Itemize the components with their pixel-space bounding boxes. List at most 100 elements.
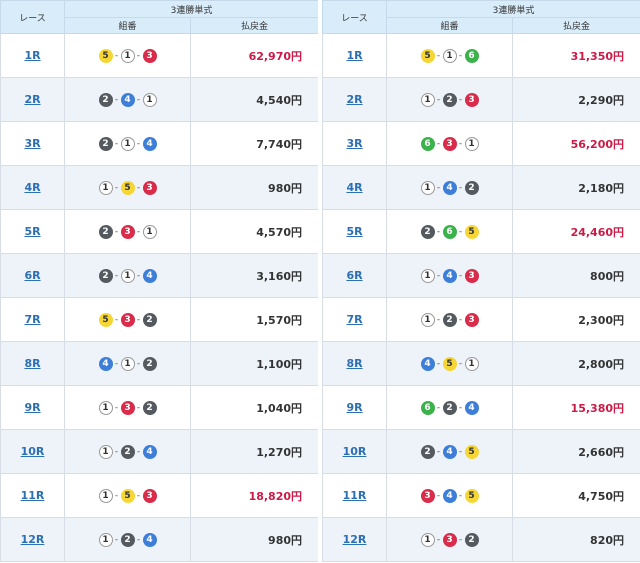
payout-cell: 2,180円 — [511, 165, 640, 210]
combo-balls: 6-3-1 — [420, 137, 479, 151]
race-link[interactable]: 9R — [346, 401, 362, 414]
payout-cell: 24,460円 — [511, 209, 640, 254]
boat-number-badge: 5 — [464, 445, 479, 459]
combo-separator: - — [136, 447, 141, 457]
payout-cell: 820円 — [511, 517, 640, 562]
header-trifecta: 3連勝単式 — [385, 0, 640, 18]
boat-number-badge: 2 — [442, 93, 457, 107]
race-link[interactable]: 3R — [346, 137, 362, 150]
combo-separator: - — [436, 535, 441, 545]
combo-balls: 1-4-3 — [420, 269, 479, 283]
race-cell: 1R — [0, 33, 65, 78]
combo-separator: - — [458, 403, 463, 413]
boat-number-badge: 6 — [464, 49, 479, 63]
race-link[interactable]: 9R — [24, 401, 40, 414]
combo-cell: 1-5-3 — [64, 473, 191, 518]
race-link[interactable]: 7R — [24, 313, 40, 326]
race-cell: 10R — [0, 429, 65, 474]
boat-number-badge: 1 — [464, 357, 479, 371]
race-link[interactable]: 11R — [343, 489, 367, 502]
combo-balls: 5-3-2 — [98, 313, 157, 327]
combo-separator: - — [114, 95, 119, 105]
race-link[interactable]: 2R — [346, 93, 362, 106]
boat-number-badge: 6 — [420, 401, 435, 415]
table-row: 9R 1-3-2 1,040円 — [0, 385, 318, 430]
boat-number-badge: 2 — [120, 445, 135, 459]
combo-separator: - — [458, 315, 463, 325]
race-link[interactable]: 4R — [24, 181, 40, 194]
combo-balls: 1-5-3 — [98, 181, 157, 195]
combo-cell: 1-2-3 — [386, 77, 513, 122]
race-link[interactable]: 11R — [21, 489, 45, 502]
race-link[interactable]: 5R — [24, 225, 40, 238]
race-cell: 3R — [322, 121, 387, 166]
race-link[interactable]: 8R — [24, 357, 40, 370]
race-link[interactable]: 5R — [346, 225, 362, 238]
payout-cell: 980円 — [189, 517, 318, 562]
race-link[interactable]: 12R — [21, 533, 45, 546]
table-row: 6R 1-4-3 800円 — [322, 253, 640, 298]
boat-number-badge: 1 — [120, 137, 135, 151]
boat-number-badge: 4 — [442, 181, 457, 195]
table-row: 11R 3-4-5 4,750円 — [322, 473, 640, 518]
boat-number-badge: 1 — [464, 137, 479, 151]
boat-number-badge: 5 — [442, 357, 457, 371]
race-link[interactable]: 10R — [21, 445, 45, 458]
combo-cell: 1-2-4 — [64, 429, 191, 474]
combo-cell: 5-1-6 — [386, 33, 513, 78]
race-link[interactable]: 1R — [24, 49, 40, 62]
boat-number-badge: 5 — [98, 313, 113, 327]
combo-balls: 2-4-5 — [420, 445, 479, 459]
race-link[interactable]: 4R — [346, 181, 362, 194]
race-link[interactable]: 6R — [346, 269, 362, 282]
race-link[interactable]: 2R — [24, 93, 40, 106]
race-link[interactable]: 7R — [346, 313, 362, 326]
table-row: 1R 5-1-3 62,970円 — [0, 33, 318, 78]
race-link[interactable]: 10R — [343, 445, 367, 458]
combo-separator: - — [136, 315, 141, 325]
table-row: 5R 2-6-5 24,460円 — [322, 209, 640, 254]
combo-balls: 1-3-2 — [420, 533, 479, 547]
combo-cell: 2-3-1 — [64, 209, 191, 254]
combo-separator: - — [436, 315, 441, 325]
boat-number-badge: 4 — [142, 137, 157, 151]
race-link[interactable]: 3R — [24, 137, 40, 150]
race-cell: 6R — [322, 253, 387, 298]
combo-separator: - — [114, 139, 119, 149]
table-body: 1R 5-1-6 31,350円 2R 1-2-3 2,290円 3R 6-3-1 56,200… — [322, 33, 640, 562]
race-link[interactable]: 6R — [24, 269, 40, 282]
race-link[interactable]: 12R — [343, 533, 367, 546]
boat-number-badge: 1 — [142, 225, 157, 239]
boat-number-badge: 3 — [120, 313, 135, 327]
payout-cell: 15,380円 — [511, 385, 640, 430]
race-link[interactable]: 1R — [346, 49, 362, 62]
combo-cell: 2-6-5 — [386, 209, 513, 254]
table-row: 8R 4-5-1 2,800円 — [322, 341, 640, 386]
boat-number-badge: 3 — [420, 489, 435, 503]
boat-number-badge: 6 — [442, 225, 457, 239]
table-row: 8R 4-1-2 1,100円 — [0, 341, 318, 386]
boat-number-badge: 1 — [98, 489, 113, 503]
boat-number-badge: 3 — [120, 401, 135, 415]
table-row: 3R 2-1-4 7,740円 — [0, 121, 318, 166]
results-panel-left: レース 3連勝単式 組番 払戻金 1R 5-1-3 62,970円 2R 2-4-1 4,… — [0, 0, 318, 563]
payout-cell: 4,570円 — [189, 209, 318, 254]
race-link[interactable]: 8R — [346, 357, 362, 370]
payout-cell: 1,270円 — [189, 429, 318, 474]
combo-balls: 1-5-3 — [98, 489, 157, 503]
combo-cell: 1-2-3 — [386, 297, 513, 342]
combo-separator: - — [136, 139, 141, 149]
combo-cell: 3-4-5 — [386, 473, 513, 518]
header-combo: 組番 — [64, 17, 191, 34]
combo-balls: 2-1-4 — [98, 269, 157, 283]
race-cell: 6R — [0, 253, 65, 298]
boat-number-badge: 5 — [464, 489, 479, 503]
combo-balls: 1-2-3 — [420, 313, 479, 327]
combo-balls: 3-4-5 — [420, 489, 479, 503]
combo-separator: - — [458, 51, 463, 61]
combo-separator: - — [436, 491, 441, 501]
combo-separator: - — [114, 447, 119, 457]
boat-number-badge: 2 — [142, 357, 157, 371]
payout-cell: 3,160円 — [189, 253, 318, 298]
boat-number-badge: 4 — [442, 269, 457, 283]
